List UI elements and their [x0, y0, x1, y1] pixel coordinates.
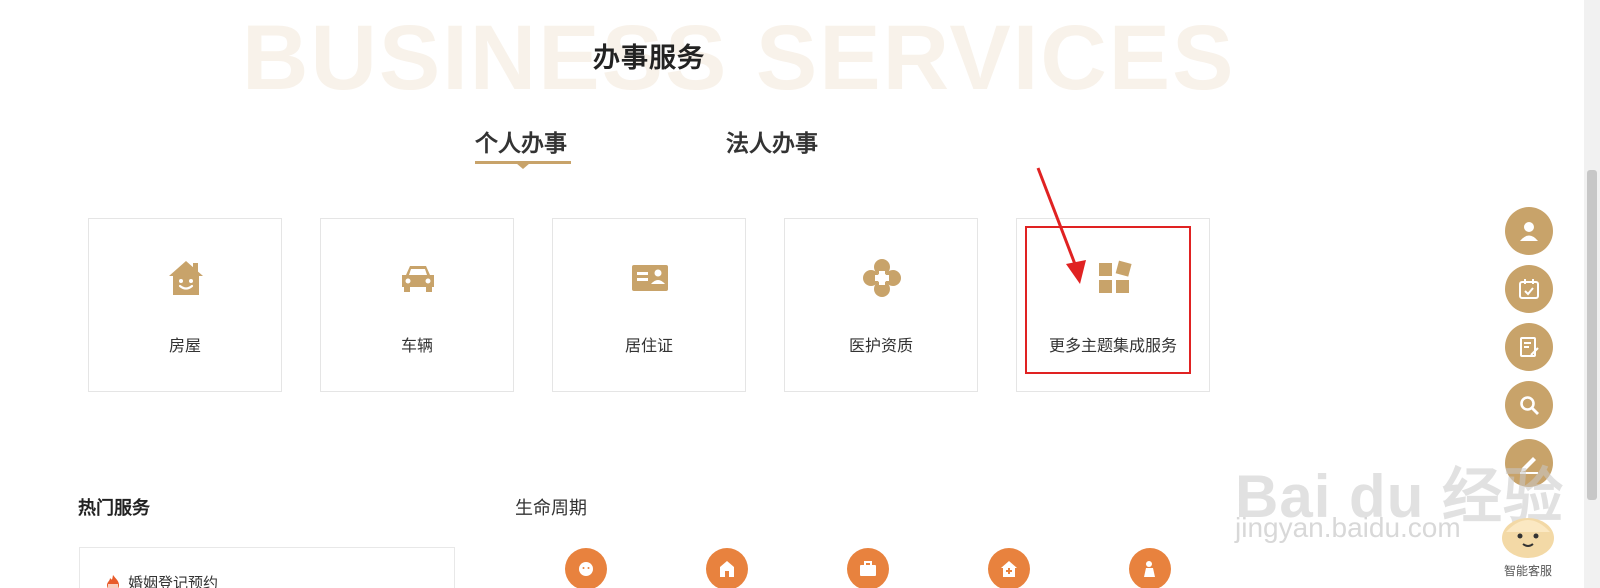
car-icon	[402, 266, 434, 292]
card-label: 房屋	[168, 336, 201, 355]
baidu-watermark-url: jingyan.baidu.com	[1235, 512, 1461, 543]
search-icon	[1520, 396, 1539, 415]
hot-services-list: 婚姻登记预约	[79, 547, 455, 588]
life-stage-elder-button[interactable]	[1129, 548, 1171, 588]
assistant-label[interactable]: 智能客服	[1496, 562, 1560, 579]
assistant-mascot-icon[interactable]	[1496, 502, 1560, 562]
service-card-medical-qualification[interactable]: 医护资质	[784, 218, 978, 392]
id-card-icon	[632, 265, 668, 291]
appointment-button[interactable]	[1505, 265, 1553, 313]
tab-legal-services[interactable]: 法人办事	[726, 124, 818, 158]
service-card-housing[interactable]: 房屋	[88, 218, 282, 392]
briefcase-icon	[860, 561, 876, 576]
list-item[interactable]: 婚姻登记预约	[104, 572, 218, 588]
medical-cross-icon	[863, 259, 901, 297]
annotation-arrow-icon	[1036, 167, 1086, 284]
home-care-icon	[1001, 561, 1017, 577]
search-button[interactable]	[1505, 381, 1553, 429]
form-button[interactable]	[1505, 323, 1553, 371]
scrollbar-thumb[interactable]	[1587, 170, 1597, 500]
card-label: 居住证	[624, 336, 673, 355]
house-icon	[169, 261, 203, 295]
life-cycle-title: 生命周期	[515, 498, 587, 519]
service-card-vehicle[interactable]: 车辆	[320, 218, 514, 392]
life-stage-work-button[interactable]	[847, 548, 889, 588]
flame-icon	[107, 574, 119, 588]
user-icon	[1520, 222, 1538, 241]
elder-icon	[1144, 561, 1155, 577]
page-title: 办事服务	[593, 43, 705, 74]
card-label: 医护资质	[848, 336, 913, 355]
life-stage-school-button[interactable]	[706, 548, 748, 588]
hot-services-title: 热门服务	[78, 498, 150, 519]
service-card-residence-permit[interactable]: 居住证	[552, 218, 746, 392]
tab-personal-services[interactable]: 个人办事	[475, 124, 567, 158]
hot-item-label: 婚姻登记预约	[128, 574, 219, 588]
user-center-button[interactable]	[1505, 207, 1553, 255]
life-stage-home-button[interactable]	[988, 548, 1030, 588]
baby-icon	[579, 562, 593, 576]
life-stage-birth-button[interactable]	[565, 548, 607, 588]
card-label: 车辆	[400, 336, 433, 355]
edit-doc-icon	[1520, 337, 1539, 357]
calendar-check-icon	[1519, 279, 1539, 299]
school-icon	[720, 561, 734, 577]
active-tab-caret	[516, 163, 530, 169]
